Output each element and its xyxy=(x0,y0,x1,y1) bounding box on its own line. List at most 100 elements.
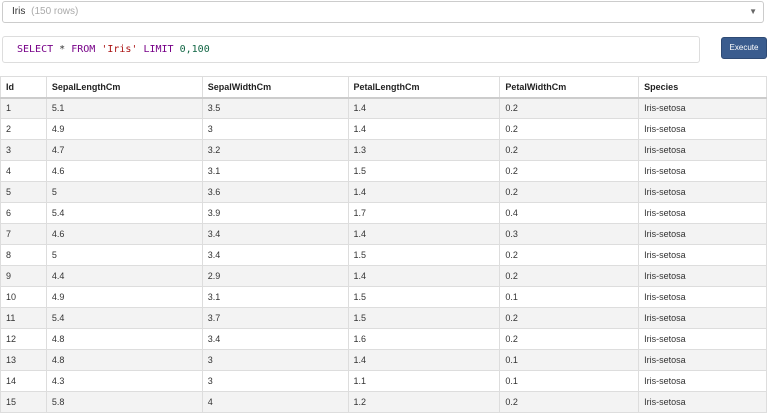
table-cell: 0.1 xyxy=(499,370,640,392)
table-row: 7 4.6 3.4 1.4 0.3 Iris-setosa xyxy=(0,223,767,245)
table-cell: 0.2 xyxy=(499,118,640,140)
table-cell: Iris-setosa xyxy=(638,370,767,392)
results-table: Id SepalLengthCm SepalWidthCm PetalLengthCm… xyxy=(0,76,767,413)
table-cell: 3 xyxy=(201,349,349,371)
column-header[interactable]: Species xyxy=(638,76,767,99)
table-cell: 0.2 xyxy=(499,97,640,119)
table-cell: 3.4 xyxy=(201,328,349,350)
table-cell: 3.4 xyxy=(201,223,349,245)
table-cell: 5.1 xyxy=(45,97,203,119)
table-cell: 3 xyxy=(201,118,349,140)
caret-down-icon: ▼ xyxy=(749,7,757,16)
table-cell: 0.2 xyxy=(499,307,640,329)
sql-keyword-select: SELECT xyxy=(17,44,54,55)
column-header[interactable]: Id xyxy=(0,76,47,99)
table-cell: 3 xyxy=(0,139,47,161)
table-cell: 4.8 xyxy=(45,328,203,350)
table-cell: 1.5 xyxy=(347,307,501,329)
table-cell: 1.6 xyxy=(347,328,501,350)
table-cell: Iris-setosa xyxy=(638,391,767,413)
table-cell: 4.6 xyxy=(45,223,203,245)
table-cell: 1.4 xyxy=(347,181,501,203)
table-cell: 4.6 xyxy=(45,160,203,182)
table-cell: 14 xyxy=(0,370,47,392)
table-cell: Iris-setosa xyxy=(638,139,767,161)
column-header[interactable]: SepalLengthCm xyxy=(45,76,203,99)
table-cell: 0.1 xyxy=(499,349,640,371)
table-cell: 3.5 xyxy=(201,97,349,119)
table-cell: Iris-setosa xyxy=(638,307,767,329)
table-cell: Iris-setosa xyxy=(638,223,767,245)
table-cell: 15 xyxy=(0,391,47,413)
table-row: 1 5.1 3.5 1.4 0.2 Iris-setosa xyxy=(0,97,767,119)
row-count-label: (150 rows) xyxy=(31,6,79,17)
table-row: 2 4.9 3 1.4 0.2 Iris-setosa xyxy=(0,118,767,140)
table-cell: Iris-setosa xyxy=(638,349,767,371)
table-row: 9 4.4 2.9 1.4 0.2 Iris-setosa xyxy=(0,265,767,287)
sql-query-editor[interactable]: SELECT * FROM 'Iris' LIMIT 0,100 xyxy=(2,36,700,63)
table-cell: 12 xyxy=(0,328,47,350)
table-cell: 0.2 xyxy=(499,181,640,203)
table-row: 14 4.3 3 1.1 0.1 Iris-setosa xyxy=(0,370,767,392)
table-cell: 3.4 xyxy=(201,244,349,266)
table-cell: Iris-setosa xyxy=(638,286,767,308)
table-cell: 5 xyxy=(45,181,203,203)
table-cell: Iris-setosa xyxy=(638,244,767,266)
execute-button[interactable]: Execute xyxy=(721,37,767,59)
table-cell: 5 xyxy=(0,181,47,203)
table-cell: 5.4 xyxy=(45,202,203,224)
table-cell: 8 xyxy=(0,244,47,266)
table-cell: 0.2 xyxy=(499,391,640,413)
sql-keyword-limit: LIMIT xyxy=(143,44,174,55)
table-cell: 0.2 xyxy=(499,328,640,350)
table-cell: 3.7 xyxy=(201,307,349,329)
sql-limit-range: 0,100 xyxy=(179,44,210,55)
table-cell: 1.4 xyxy=(347,223,501,245)
table-cell: 3.6 xyxy=(201,181,349,203)
column-header[interactable]: SepalWidthCm xyxy=(201,76,349,99)
table-cell: 3.1 xyxy=(201,286,349,308)
table-cell: 1.5 xyxy=(347,160,501,182)
table-cell: Iris-setosa xyxy=(638,181,767,203)
table-cell: 1.1 xyxy=(347,370,501,392)
table-cell: 0.2 xyxy=(499,139,640,161)
table-cell: 0.3 xyxy=(499,223,640,245)
table-cell: 1.3 xyxy=(347,139,501,161)
table-cell: 9 xyxy=(0,265,47,287)
table-header-row: Id SepalLengthCm SepalWidthCm PetalLengthCm… xyxy=(0,76,767,99)
table-cell: Iris-setosa xyxy=(638,265,767,287)
column-header[interactable]: PetalWidthCm xyxy=(499,76,640,99)
table-row: 13 4.8 3 1.4 0.1 Iris-setosa xyxy=(0,349,767,371)
table-cell: 4.9 xyxy=(45,118,203,140)
table-cell: 4.3 xyxy=(45,370,203,392)
table-cell: 10 xyxy=(0,286,47,308)
table-cell: Iris-setosa xyxy=(638,118,767,140)
column-header[interactable]: PetalLengthCm xyxy=(347,76,501,99)
table-row: 4 4.6 3.1 1.5 0.2 Iris-setosa xyxy=(0,160,767,182)
table-cell: 3.9 xyxy=(201,202,349,224)
table-row: 5 5 3.6 1.4 0.2 Iris-setosa xyxy=(0,181,767,203)
table-select[interactable]: Iris (150 rows) ▼ xyxy=(2,1,764,23)
sql-table-name: 'Iris' xyxy=(101,44,138,55)
table-cell: 0.1 xyxy=(499,286,640,308)
table-cell: 2.9 xyxy=(201,265,349,287)
table-cell: 3 xyxy=(201,370,349,392)
table-cell: 4.7 xyxy=(45,139,203,161)
table-select-value: Iris xyxy=(12,6,26,17)
table-cell: 4.4 xyxy=(45,265,203,287)
table-cell: 3.2 xyxy=(201,139,349,161)
table-cell: 1.2 xyxy=(347,391,501,413)
table-cell: 1.4 xyxy=(347,97,501,119)
table-cell: 13 xyxy=(0,349,47,371)
table-cell: 0.2 xyxy=(499,160,640,182)
table-cell: 1.5 xyxy=(347,286,501,308)
table-cell: Iris-setosa xyxy=(638,160,767,182)
table-cell: Iris-setosa xyxy=(638,97,767,119)
table-body: 1 5.1 3.5 1.4 0.2 Iris-setosa 2 4.9 3 1.4 0.2 Iris-… xyxy=(0,97,767,413)
table-row: 8 5 3.4 1.5 0.2 Iris-setosa xyxy=(0,244,767,266)
table-cell: 4.9 xyxy=(45,286,203,308)
table-cell: 2 xyxy=(0,118,47,140)
table-row: 11 5.4 3.7 1.5 0.2 Iris-setosa xyxy=(0,307,767,329)
table-cell: 4 xyxy=(0,160,47,182)
table-cell: 1 xyxy=(0,97,47,119)
